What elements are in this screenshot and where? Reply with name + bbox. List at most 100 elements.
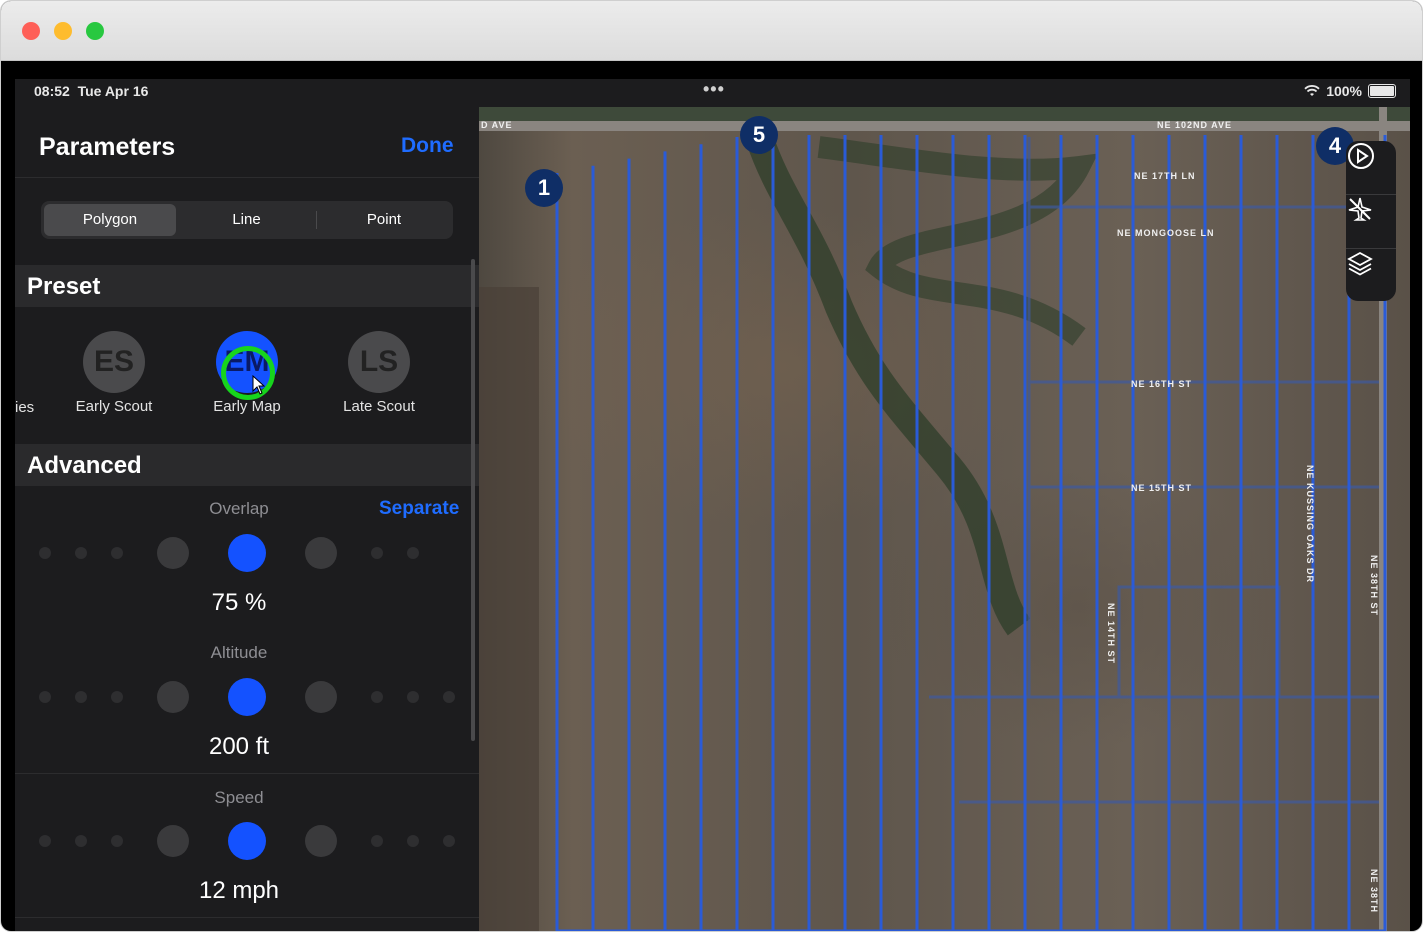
overlap-value: 75 % xyxy=(15,589,479,617)
overlap-slider[interactable] xyxy=(15,533,479,573)
speed-value-text: 12 mph xyxy=(198,877,280,904)
preset-section-header: Preset xyxy=(15,265,479,307)
speed-slider[interactable] xyxy=(15,821,479,861)
road-label: NE 15TH ST xyxy=(1131,483,1193,493)
done-button[interactable]: Done xyxy=(401,134,454,158)
airplane-slash-icon xyxy=(1348,197,1372,221)
map-overlay xyxy=(479,107,1410,931)
slider-tick[interactable] xyxy=(39,835,51,847)
slider-tick[interactable] xyxy=(407,691,419,703)
slider-tick[interactable] xyxy=(407,835,419,847)
slider-tick[interactable] xyxy=(443,835,455,847)
altitude-value: 200 ft xyxy=(15,733,479,761)
road-label: NE MONGOOSE LN xyxy=(1117,228,1215,238)
play-mission-button[interactable] xyxy=(1346,141,1396,191)
status-clock: 08:52 xyxy=(34,83,70,99)
geometry-segmented-control: Polygon Line Point xyxy=(41,201,453,239)
slider-tick[interactable] xyxy=(75,547,87,559)
slider-thumb[interactable] xyxy=(228,678,266,716)
slider-tick[interactable] xyxy=(305,537,337,569)
road-label: NE KUSSING OAKS DR xyxy=(1305,465,1315,584)
preset-label: Early Map xyxy=(213,398,281,415)
panel-header: Parameters Done xyxy=(15,107,479,177)
slider-tick[interactable] xyxy=(305,825,337,857)
advanced-section-header: Advanced xyxy=(15,444,479,486)
road-top xyxy=(479,121,1410,131)
play-circle-icon xyxy=(1348,143,1374,169)
slider-tick[interactable] xyxy=(371,835,383,847)
layers-button[interactable] xyxy=(1346,249,1396,299)
layers-icon xyxy=(1347,251,1373,276)
preset-early-scout[interactable]: ES Early Scout xyxy=(59,331,169,415)
separate-button[interactable]: Separate xyxy=(379,498,459,520)
device-screen: 08:52 Tue Apr 16 ••• 100% Parameters Don… xyxy=(15,79,1410,931)
mouse-cursor-icon xyxy=(252,375,266,395)
speed-label: Speed xyxy=(15,788,479,808)
no-fly-button[interactable] xyxy=(1346,195,1396,245)
minimize-window-button[interactable] xyxy=(54,22,72,40)
parameters-panel: Parameters Done Polygon Line Point Prese… xyxy=(15,107,479,931)
preset-avatar: LS xyxy=(348,331,410,393)
slider-tick[interactable] xyxy=(371,691,383,703)
app-window: 08:52 Tue Apr 16 ••• 100% Parameters Don… xyxy=(1,1,1422,931)
field-top xyxy=(479,107,1410,121)
multitasking-dots-icon[interactable]: ••• xyxy=(703,79,725,100)
waypoint-marker[interactable]: 1 xyxy=(525,169,563,207)
slider-tick[interactable] xyxy=(443,691,455,703)
preset-label: Late Scout xyxy=(343,398,415,415)
slider-tick[interactable] xyxy=(157,825,189,857)
slider-tick[interactable] xyxy=(407,547,419,559)
creek xyxy=(745,132,1031,636)
slider-tick[interactable] xyxy=(371,547,383,559)
status-date: Tue Apr 16 xyxy=(77,83,149,99)
road-label: D AVE xyxy=(481,120,513,130)
preset-partial-label[interactable]: ies xyxy=(15,399,34,416)
field-strip xyxy=(479,287,539,931)
window-titlebar xyxy=(1,1,1422,61)
preset-label: Early Scout xyxy=(75,398,153,415)
slider-thumb[interactable] xyxy=(228,822,266,860)
slider-tick[interactable] xyxy=(39,547,51,559)
slider-tick[interactable] xyxy=(111,691,123,703)
battery-percent: 100% xyxy=(1326,83,1362,99)
waypoint-marker[interactable]: 5 xyxy=(740,116,778,154)
slider-tick[interactable] xyxy=(157,681,189,713)
altitude-value-text: 200 ft xyxy=(208,733,270,760)
segment-divider xyxy=(316,211,317,229)
slider-tick[interactable] xyxy=(111,547,123,559)
road-label: NE 102ND AVE xyxy=(1157,120,1233,130)
click-indicator xyxy=(221,346,275,400)
zoom-window-button[interactable] xyxy=(86,22,104,40)
divider xyxy=(15,177,479,178)
slider-tick[interactable] xyxy=(75,691,87,703)
map-view[interactable]: D AVE NE 102ND AVE NE 17TH LN NE MONGOOS… xyxy=(479,107,1410,931)
divider xyxy=(15,917,479,918)
map-toolbar xyxy=(1346,141,1396,301)
advanced-title: Advanced xyxy=(27,452,142,479)
tab-polygon[interactable]: Polygon xyxy=(44,204,176,236)
wifi-icon xyxy=(1304,85,1320,96)
slider-tick[interactable] xyxy=(39,691,51,703)
altitude-label: Altitude xyxy=(15,643,479,663)
slider-tick[interactable] xyxy=(111,835,123,847)
tab-point[interactable]: Point xyxy=(318,204,450,236)
altitude-slider[interactable] xyxy=(15,677,479,717)
road-label: NE 38TH ST xyxy=(1369,555,1379,617)
slider-tick[interactable] xyxy=(157,537,189,569)
slider-tick[interactable] xyxy=(305,681,337,713)
panel-scrollbar[interactable] xyxy=(471,259,475,741)
status-right: 100% xyxy=(1304,83,1396,99)
altitude-label-text: Altitude xyxy=(210,643,268,662)
overlap-label-text: Overlap xyxy=(209,499,269,518)
slider-tick[interactable] xyxy=(75,835,87,847)
preset-late-scout[interactable]: LS Late Scout xyxy=(324,331,434,415)
divider xyxy=(15,773,479,774)
tab-line[interactable]: Line xyxy=(179,204,314,236)
overlap-value-text: 75 % xyxy=(211,589,267,616)
status-bar: 08:52 Tue Apr 16 ••• 100% xyxy=(15,79,1410,107)
close-window-button[interactable] xyxy=(22,22,40,40)
slider-thumb[interactable] xyxy=(228,534,266,572)
battery-icon xyxy=(1368,84,1396,98)
road-label: NE 14TH ST xyxy=(1106,603,1116,665)
road-label: NE 17TH LN xyxy=(1134,171,1196,181)
